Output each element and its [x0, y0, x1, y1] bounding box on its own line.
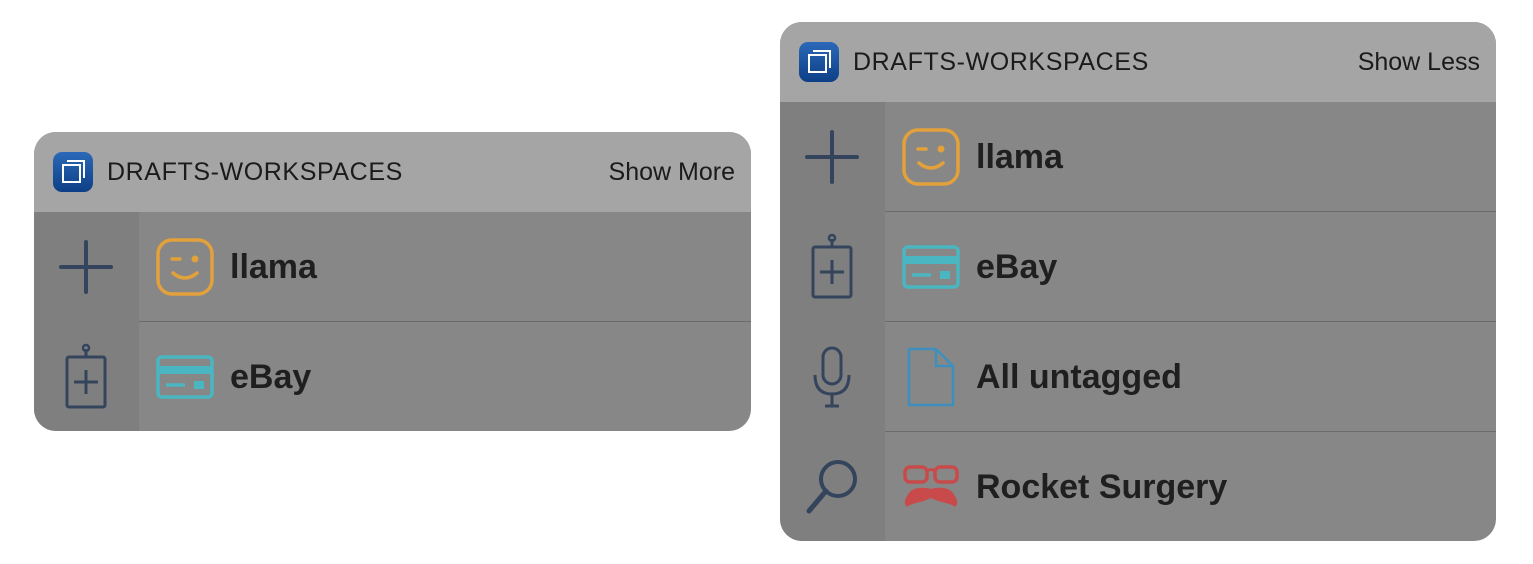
list-item[interactable]: llama: [885, 102, 1496, 212]
plus-icon: [805, 130, 859, 184]
list-item[interactable]: eBay: [885, 212, 1496, 322]
list-item[interactable]: Rocket Surgery: [885, 432, 1496, 541]
credit-card-icon: [156, 355, 214, 399]
clipboard-button[interactable]: [34, 322, 139, 431]
search-icon: [806, 460, 857, 514]
clipboard-plus-icon: [811, 233, 853, 299]
new-draft-button[interactable]: [34, 212, 139, 322]
action-column: [34, 212, 139, 431]
drafts-app-icon: [53, 152, 93, 192]
action-column: [780, 102, 885, 541]
plus-icon: [59, 240, 113, 294]
app-name: DRAFTS-WORKSPACES: [107, 158, 403, 186]
glasses-mustache-icon: [903, 465, 959, 507]
clipboard-plus-icon: [65, 343, 107, 409]
workspaces-widget-collapsed: DRAFTS-WORKSPACES Show More llama eBay: [34, 132, 751, 431]
list-item[interactable]: llama: [139, 212, 751, 322]
row-label: llama: [976, 138, 1063, 176]
microphone-icon: [813, 346, 851, 408]
clipboard-button[interactable]: [780, 212, 885, 322]
search-button[interactable]: [780, 432, 885, 541]
winking-face-icon: [902, 128, 960, 186]
document-icon: [907, 347, 955, 407]
row-label: eBay: [976, 248, 1058, 286]
drafts-app-icon: [799, 42, 839, 82]
list-item[interactable]: eBay: [139, 322, 751, 431]
dictate-button[interactable]: [780, 322, 885, 432]
row-label: eBay: [230, 358, 312, 396]
row-label: llama: [230, 248, 317, 286]
widget-header: DRAFTS-WORKSPACES Show More: [34, 132, 751, 212]
show-less-button[interactable]: Show Less: [1358, 22, 1480, 102]
list-item[interactable]: All untagged: [885, 322, 1496, 432]
workspaces-widget-expanded: DRAFTS-WORKSPACES Show Less llama eBay A…: [780, 22, 1496, 541]
app-name: DRAFTS-WORKSPACES: [853, 48, 1149, 76]
row-label: Rocket Surgery: [976, 468, 1228, 506]
widget-header: DRAFTS-WORKSPACES Show Less: [780, 22, 1496, 102]
credit-card-icon: [902, 245, 960, 289]
new-draft-button[interactable]: [780, 102, 885, 212]
winking-face-icon: [156, 238, 214, 296]
row-label: All untagged: [976, 358, 1182, 396]
show-more-button[interactable]: Show More: [609, 132, 735, 212]
